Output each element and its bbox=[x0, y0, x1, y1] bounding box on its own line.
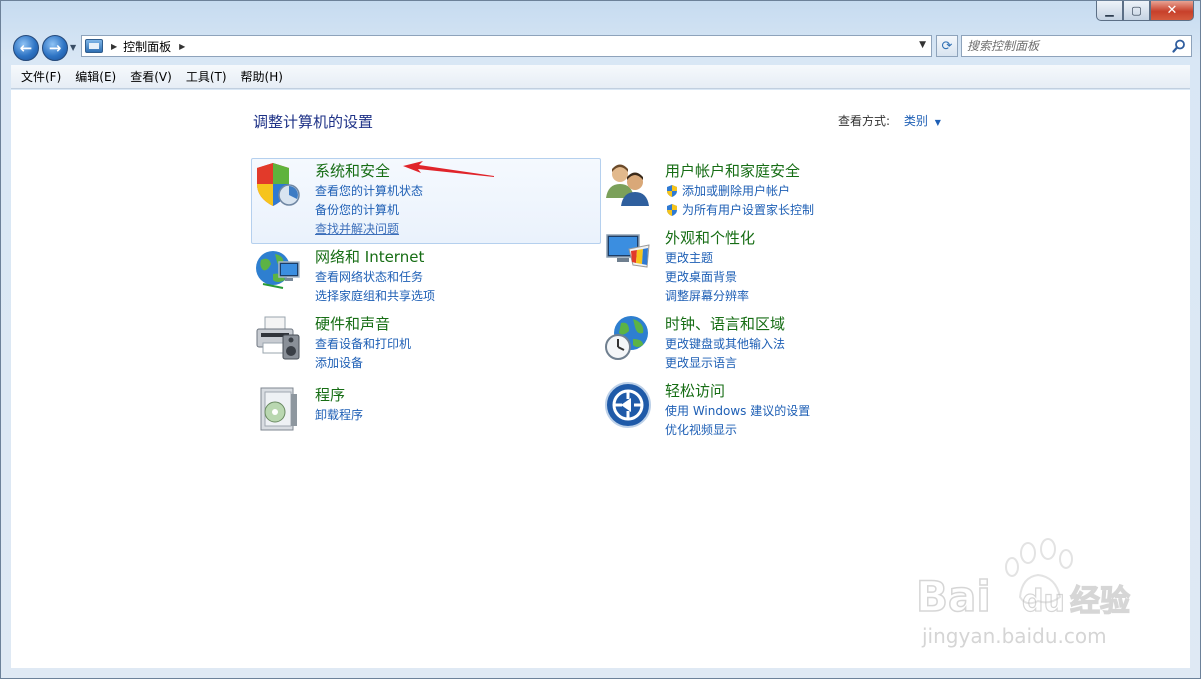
caption-buttons: ▁ ▢ ✕ bbox=[1096, 1, 1194, 22]
link-optimize-video[interactable]: 优化视频显示 bbox=[665, 421, 737, 438]
shield-icon[interactable] bbox=[253, 160, 303, 210]
view-by-selector[interactable]: 类别 bbox=[904, 114, 928, 128]
link-desktop-background[interactable]: 更改桌面背景 bbox=[665, 268, 737, 285]
category-title[interactable]: 轻松访问 bbox=[665, 380, 725, 401]
chevron-down-icon[interactable]: ▼ bbox=[935, 118, 941, 127]
uac-shield-icon bbox=[667, 184, 677, 197]
globe-clock-icon[interactable] bbox=[603, 313, 653, 363]
control-panel-window: ▁ ▢ ✕ ← → ▼ ▶ 控制面板 ▶ ▼ ⟳ 文件(F) 编辑(E) 查看(… bbox=[0, 0, 1201, 679]
printer-icon[interactable] bbox=[253, 313, 303, 363]
search-box[interactable] bbox=[961, 35, 1192, 57]
ease-of-access-icon[interactable] bbox=[603, 380, 653, 430]
refresh-button[interactable]: ⟳ bbox=[936, 35, 958, 57]
link-add-device[interactable]: 添加设备 bbox=[315, 354, 363, 371]
link-screen-resolution[interactable]: 调整屏幕分辨率 bbox=[665, 287, 749, 304]
category-title[interactable]: 时钟、语言和区域 bbox=[665, 313, 785, 334]
menu-tools[interactable]: 工具(T) bbox=[179, 67, 234, 87]
search-input[interactable] bbox=[967, 39, 1167, 53]
breadcrumb-chevron-icon[interactable]: ▶ bbox=[111, 42, 117, 51]
address-dropdown-icon[interactable]: ▼ bbox=[919, 40, 926, 50]
menu-view[interactable]: 查看(V) bbox=[123, 67, 179, 87]
back-button[interactable]: ← bbox=[13, 35, 39, 61]
red-arrow-annotation bbox=[403, 161, 494, 177]
link-add-remove-accounts[interactable]: 添加或删除用户帐户 bbox=[665, 182, 790, 199]
breadcrumb-chevron-icon[interactable]: ▶ bbox=[179, 42, 185, 51]
baidu-jingyan-watermark: Bai du 经验 jingyan.baidu.com bbox=[915, 538, 1131, 648]
link-text[interactable]: 为所有用户设置家长控制 bbox=[682, 201, 814, 218]
link-windows-recommended[interactable]: 使用 Windows 建议的设置 bbox=[665, 402, 810, 419]
link-uninstall-program[interactable]: 卸载程序 bbox=[315, 406, 363, 423]
menu-file[interactable]: 文件(F) bbox=[14, 67, 68, 87]
uac-shield-icon bbox=[667, 203, 677, 216]
forward-button[interactable]: → bbox=[42, 35, 68, 61]
address-bar[interactable]: ▶ 控制面板 ▶ ▼ bbox=[81, 35, 932, 57]
svg-text:经验: 经验 bbox=[1070, 584, 1130, 619]
breadcrumb-control-panel[interactable]: 控制面板 bbox=[123, 38, 171, 55]
recent-pages-dropdown[interactable]: ▼ bbox=[70, 43, 76, 52]
watermark-url: jingyan.baidu.com bbox=[921, 624, 1107, 648]
category-title[interactable]: 用户帐户和家庭安全 bbox=[665, 160, 800, 181]
network-icon[interactable] bbox=[253, 246, 303, 296]
programs-icon[interactable] bbox=[253, 384, 303, 434]
view-by-label: 查看方式: bbox=[838, 114, 891, 128]
category-title[interactable]: 外观和个性化 bbox=[665, 227, 755, 248]
control-panel-icon bbox=[85, 39, 103, 53]
navigation-bar: ← → ▼ ▶ 控制面板 ▶ ▼ ⟳ bbox=[11, 32, 1192, 62]
link-backup-computer[interactable]: 备份您的计算机 bbox=[315, 201, 399, 218]
menu-help[interactable]: 帮助(H) bbox=[234, 67, 290, 87]
display-icon[interactable] bbox=[603, 227, 653, 277]
users-icon[interactable] bbox=[603, 160, 653, 210]
category-title[interactable]: 程序 bbox=[315, 384, 345, 405]
search-icon[interactable] bbox=[1172, 39, 1186, 53]
watermark-text: Bai bbox=[916, 572, 991, 621]
close-button[interactable]: ✕ bbox=[1150, 1, 1194, 21]
link-change-theme[interactable]: 更改主题 bbox=[665, 249, 713, 266]
link-keyboard-input[interactable]: 更改键盘或其他输入法 bbox=[665, 335, 785, 352]
link-homegroup[interactable]: 选择家庭组和共享选项 bbox=[315, 287, 435, 304]
link-view-computer-status[interactable]: 查看您的计算机状态 bbox=[315, 182, 423, 199]
link-devices-printers[interactable]: 查看设备和打印机 bbox=[315, 335, 411, 352]
link-text[interactable]: 添加或删除用户帐户 bbox=[682, 182, 790, 199]
link-display-language[interactable]: 更改显示语言 bbox=[665, 354, 737, 371]
content-area: 调整计算机的设置 查看方式: 类别 ▼ 系统和安全 查看您的计算机状态 备份您的… bbox=[11, 90, 1190, 668]
svg-text:du: du bbox=[1022, 584, 1065, 619]
category-title[interactable]: 网络和 Internet bbox=[315, 246, 424, 267]
page-title: 调整计算机的设置 bbox=[253, 113, 374, 131]
minimize-button[interactable]: ▁ bbox=[1096, 1, 1123, 21]
category-title[interactable]: 硬件和声音 bbox=[315, 313, 390, 334]
menu-bar: 文件(F) 编辑(E) 查看(V) 工具(T) 帮助(H) bbox=[11, 65, 1190, 89]
maximize-button[interactable]: ▢ bbox=[1123, 1, 1150, 21]
link-network-status[interactable]: 查看网络状态和任务 bbox=[315, 268, 423, 285]
view-by: 查看方式: 类别 ▼ bbox=[838, 112, 941, 129]
link-parental-controls[interactable]: 为所有用户设置家长控制 bbox=[665, 201, 814, 218]
link-troubleshoot[interactable]: 查找并解决问题 bbox=[315, 220, 399, 237]
category-title[interactable]: 系统和安全 bbox=[315, 160, 390, 181]
menu-edit[interactable]: 编辑(E) bbox=[68, 67, 123, 87]
